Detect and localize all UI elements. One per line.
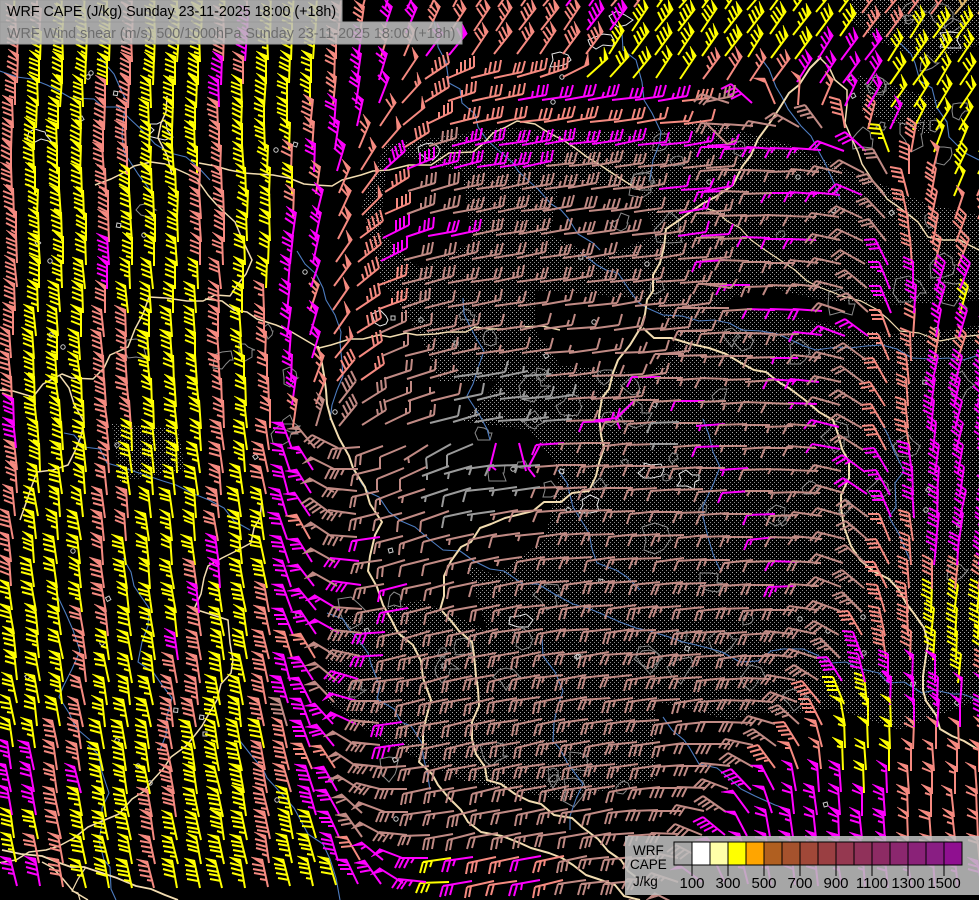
svg-text:900: 900 <box>823 875 848 892</box>
svg-text:1100: 1100 <box>856 875 888 892</box>
svg-text:100: 100 <box>679 875 704 892</box>
svg-text:300: 300 <box>715 875 740 892</box>
svg-text:500: 500 <box>751 875 776 892</box>
svg-text:1300: 1300 <box>891 875 924 892</box>
svg-text:1500: 1500 <box>927 875 960 892</box>
svg-text:WRF CAPE (J/kg) Sunday 23-11-2: WRF CAPE (J/kg) Sunday 23-11-2025 18:00 … <box>7 4 336 20</box>
svg-text:WRF Wind shear (m/s) 500/1000h: WRF Wind shear (m/s) 500/1000hPa Sunday … <box>7 26 455 42</box>
svg-text:J/kg: J/kg <box>633 874 658 889</box>
svg-text:CAPE: CAPE <box>630 857 667 872</box>
svg-text:700: 700 <box>787 875 812 892</box>
svg-text:WRF: WRF <box>633 843 664 858</box>
